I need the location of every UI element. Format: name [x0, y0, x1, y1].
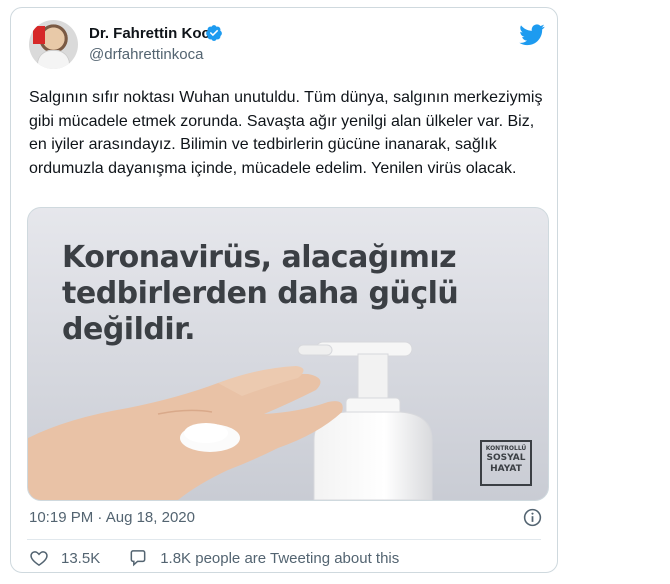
tweet-image[interactable]: Koronavirüs, alacağımız tedbirlerden dah… [27, 207, 549, 501]
meta-separator: · [97, 509, 103, 526]
tweet-time[interactable]: 10:19 PM [29, 509, 93, 526]
info-icon[interactable] [522, 507, 543, 528]
tweet-timestamp: 10:19 PM · Aug 18, 2020 [29, 509, 195, 526]
speech-bubble-icon [130, 550, 146, 567]
divider [27, 539, 541, 540]
tweeting-count: 1.8K people are Tweeting about this [160, 549, 400, 567]
tweet-card: Dr. Fahrettin Koca @drfahrettinkoca Salg… [10, 7, 558, 573]
avatar[interactable] [29, 20, 78, 69]
tweeting-link[interactable]: 1.8K people are Tweeting about this [128, 548, 399, 568]
like-count: 13.5K [61, 549, 101, 567]
tweet-date[interactable]: Aug 18, 2020 [106, 509, 195, 526]
heart-icon [30, 551, 48, 566]
kontrollu-sosyal-hayat-logo: KONTROLLÜ SOSYAL HAYAT [480, 440, 532, 486]
author-name[interactable]: Dr. Fahrettin Koca [89, 25, 218, 42]
tweet-text: Salgının sıfır noktası Wuhan unutuldu. T… [29, 89, 547, 177]
flag-pin-icon [33, 26, 45, 44]
verified-badge-icon [206, 25, 222, 41]
tweet-actions: 13.5K 1.8K people are Tweeting about thi… [29, 548, 399, 568]
twitter-bird-icon[interactable] [519, 24, 545, 46]
like-button[interactable]: 13.5K [29, 548, 100, 568]
author-handle[interactable]: @drfahrettinkoca [89, 46, 203, 63]
image-headline: Koronavirüs, alacağımız tedbirlerden dah… [62, 240, 459, 347]
